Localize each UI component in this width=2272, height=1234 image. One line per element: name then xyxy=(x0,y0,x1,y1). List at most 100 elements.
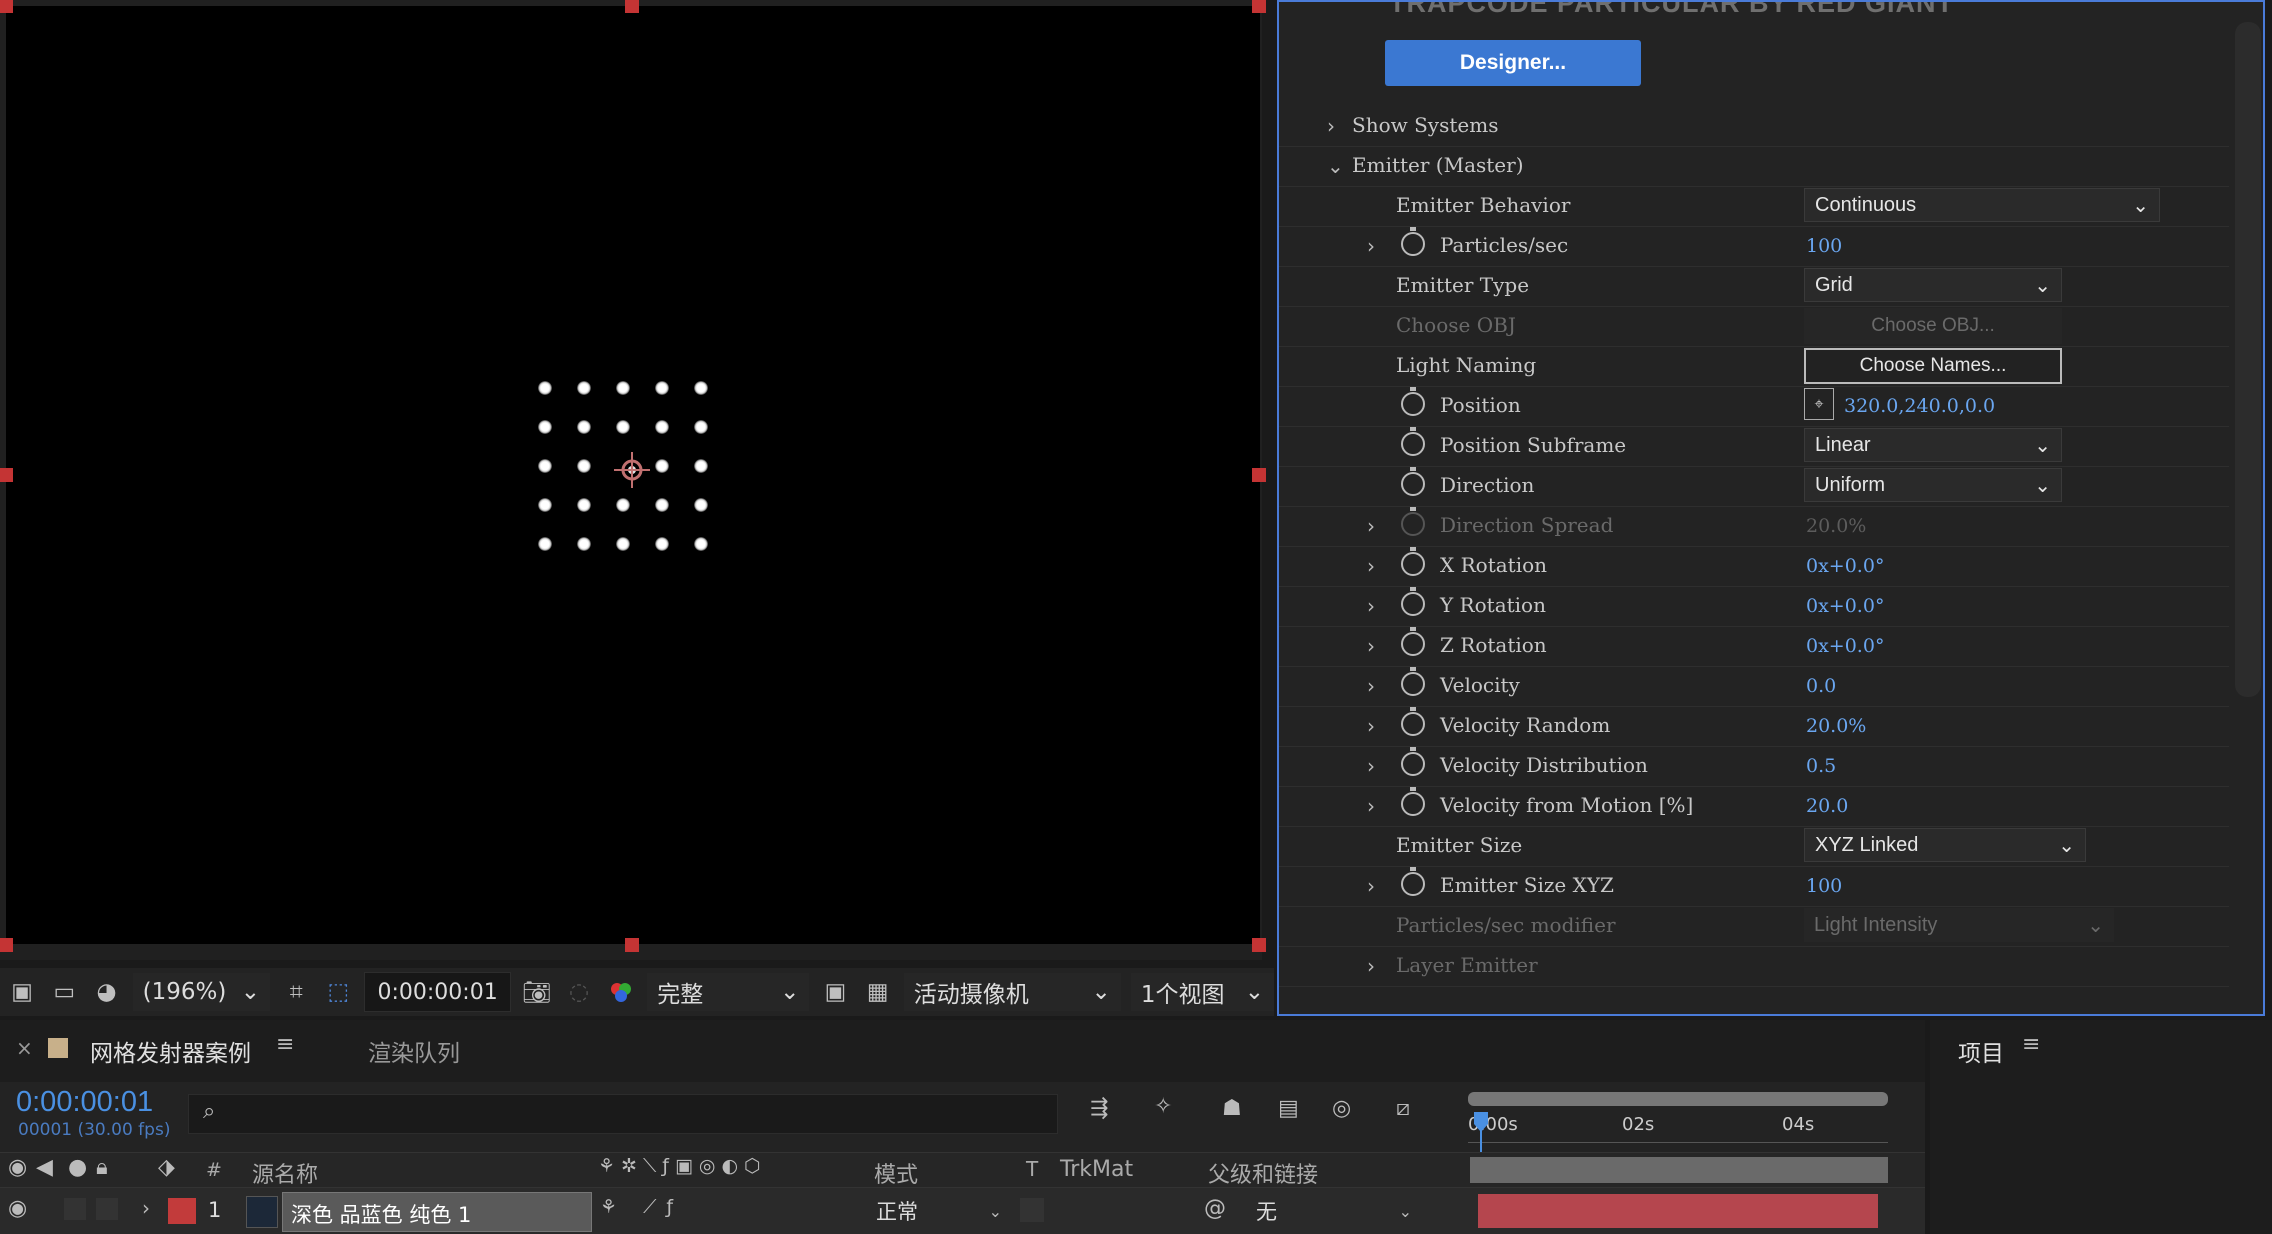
stopwatch-icon[interactable] xyxy=(1401,667,1425,696)
panel-menu-icon[interactable]: ≡ xyxy=(276,1032,294,1057)
transform-handle[interactable] xyxy=(0,468,13,482)
transparency-grid-icon[interactable]: ▦ xyxy=(862,975,894,1009)
chevron-right-icon[interactable]: › xyxy=(1367,514,1375,538)
crosshair-target-icon[interactable]: ⌖ xyxy=(1804,388,1834,420)
chevron-right-icon[interactable]: › xyxy=(1367,754,1375,778)
layer-name-field[interactable]: 深色 品蓝色 纯色 1 xyxy=(282,1192,592,1232)
layer-row[interactable]: ◉ › 1 深色 品蓝色 纯色 1 ⚘ ⟋ƒ 正常 ⌄ @ 无 ⌄ xyxy=(0,1188,1925,1234)
stopwatch-icon[interactable] xyxy=(1401,467,1425,496)
chevron-right-icon[interactable]: › xyxy=(1367,874,1375,898)
transform-handle[interactable] xyxy=(1252,468,1266,482)
tab-render-queue[interactable]: 渲染队列 xyxy=(368,1034,460,1068)
pickwhip-icon[interactable]: @ xyxy=(1204,1196,1226,1221)
stopwatch-icon[interactable] xyxy=(1401,547,1425,576)
property-value[interactable]: 0x+0.0° xyxy=(1806,635,1884,657)
project-tab[interactable]: 项目 xyxy=(1958,1034,2004,1068)
stopwatch-icon[interactable] xyxy=(1401,507,1425,536)
scrollbar[interactable] xyxy=(2235,22,2261,697)
transform-handle[interactable] xyxy=(625,938,639,952)
layer-label-color[interactable] xyxy=(168,1198,196,1224)
stopwatch-icon[interactable] xyxy=(1401,787,1425,816)
mask-visibility-icon[interactable]: ◕ xyxy=(90,975,122,1009)
resolution-dropdown[interactable]: 完整 ⌄ xyxy=(647,973,810,1011)
property-value[interactable]: 100 xyxy=(1806,235,1842,257)
property-dropdown[interactable]: XYZ Linked ⌄ xyxy=(1804,828,2086,862)
panel-menu-icon[interactable]: ≡ xyxy=(2022,1032,2040,1057)
shy-layers-icon[interactable]: ☗ xyxy=(1222,1096,1242,1121)
property-value[interactable]: 100 xyxy=(1806,875,1842,897)
safe-margins-icon[interactable]: ⌗ xyxy=(280,975,312,1009)
designer-button[interactable]: Designer... xyxy=(1385,40,1641,86)
view-layout-dropdown[interactable]: 1个视图 ⌄ xyxy=(1130,973,1274,1011)
eye-icon[interactable]: ◉ xyxy=(8,1196,27,1221)
always-preview-icon[interactable]: ▣ xyxy=(6,975,38,1009)
zoom-dropdown[interactable]: (196%) ⌄ xyxy=(132,973,271,1011)
transform-handle[interactable] xyxy=(625,0,639,13)
solo-icon[interactable]: ● xyxy=(68,1155,87,1180)
chevron-right-icon[interactable]: › xyxy=(1327,114,1335,138)
eye-icon[interactable]: ◉ xyxy=(8,1155,27,1180)
speaker-icon[interactable]: ◀ xyxy=(36,1155,53,1180)
fast-preview-icon[interactable]: ▣ xyxy=(819,975,851,1009)
frame-blending-icon[interactable]: ▤ xyxy=(1278,1096,1299,1121)
draft-3d-icon[interactable]: ✧ xyxy=(1154,1094,1172,1119)
composition-canvas[interactable] xyxy=(0,0,1266,952)
close-tab-icon[interactable]: × xyxy=(16,1036,33,1060)
mode-dropdown[interactable]: 正常 ⌄ xyxy=(870,1194,1008,1228)
property-dropdown[interactable]: Continuous ⌄ xyxy=(1804,188,2160,222)
stopwatch-icon[interactable] xyxy=(1401,587,1425,616)
chevron-right-icon[interactable]: › xyxy=(142,1196,150,1220)
stopwatch-icon[interactable] xyxy=(1401,627,1425,656)
chevron-right-icon[interactable]: › xyxy=(1367,794,1375,818)
transform-handle[interactable] xyxy=(1252,938,1266,952)
chevron-right-icon[interactable]: › xyxy=(1367,634,1375,658)
layer-duration-bar[interactable] xyxy=(1478,1194,1878,1228)
preserve-transparency-toggle[interactable] xyxy=(1020,1198,1044,1222)
property-dropdown[interactable]: Linear ⌄ xyxy=(1804,428,2062,462)
region-of-interest-icon[interactable]: ⬚ xyxy=(322,975,354,1009)
transform-handle[interactable] xyxy=(0,0,13,13)
graph-editor-icon[interactable]: ⧄ xyxy=(1396,1096,1410,1121)
property-value[interactable]: 0x+0.0° xyxy=(1806,595,1884,617)
stopwatch-icon[interactable] xyxy=(1401,867,1425,896)
label-tag-icon[interactable]: ⬗ xyxy=(158,1155,175,1180)
solo-toggle[interactable] xyxy=(64,1198,86,1220)
stopwatch-icon[interactable] xyxy=(1401,427,1425,456)
chevron-right-icon[interactable]: › xyxy=(1367,674,1375,698)
choose-names-button[interactable]: Choose Names... xyxy=(1804,348,2062,384)
property-value[interactable]: 20.0 xyxy=(1806,795,1848,817)
parent-dropdown[interactable]: 无 ⌄ xyxy=(1248,1194,1420,1228)
time-ruler[interactable]: 0:00s 02s 04s xyxy=(1468,1112,1888,1143)
property-value[interactable]: 20.0% xyxy=(1806,715,1866,737)
lock-icon[interactable]: 🔒︎ xyxy=(96,1155,108,1180)
transform-handle[interactable] xyxy=(0,938,13,952)
monitor-icon[interactable]: ▭ xyxy=(48,975,80,1009)
motion-blur-icon[interactable]: ◎ xyxy=(1332,1096,1351,1121)
work-area-bar[interactable] xyxy=(1468,1092,1888,1106)
viewer-timecode[interactable]: 0:00:00:01 xyxy=(364,972,511,1012)
chevron-right-icon[interactable]: › xyxy=(1367,594,1375,618)
transform-handle[interactable] xyxy=(1252,0,1266,13)
property-value[interactable]: 0.5 xyxy=(1806,755,1836,777)
lock-toggle[interactable] xyxy=(96,1198,118,1220)
work-area-track[interactable] xyxy=(1470,1157,1888,1183)
layer-switches-icons[interactable]: ⚘ ⟋ƒ xyxy=(600,1196,683,1218)
property-value[interactable]: 0.0 xyxy=(1806,675,1836,697)
property-dropdown[interactable]: Uniform ⌄ xyxy=(1804,468,2062,502)
property-dropdown[interactable]: Grid ⌄ xyxy=(1804,268,2062,302)
comp-flowchart-icon[interactable]: ⇶ xyxy=(1090,1096,1108,1121)
show-snapshot-icon[interactable]: ◌ xyxy=(563,975,595,1009)
current-time-display[interactable]: 0:00:00:01 xyxy=(16,1086,153,1119)
camera-dropdown[interactable]: 活动摄像机 ⌄ xyxy=(903,973,1121,1011)
anchor-point-icon[interactable] xyxy=(612,450,652,490)
chevron-right-icon[interactable]: › xyxy=(1367,714,1375,738)
column-source-name[interactable]: 源名称 xyxy=(252,1157,318,1189)
color-channels-icon[interactable] xyxy=(605,975,637,1009)
chevron-right-icon[interactable]: › xyxy=(1367,554,1375,578)
stopwatch-icon[interactable] xyxy=(1401,747,1425,776)
chevron-right-icon[interactable]: › xyxy=(1367,234,1375,258)
stopwatch-icon[interactable] xyxy=(1401,227,1425,256)
snapshot-camera-icon[interactable]: 📷︎ xyxy=(521,975,553,1009)
stopwatch-icon[interactable] xyxy=(1401,707,1425,736)
stopwatch-icon[interactable] xyxy=(1401,387,1425,416)
